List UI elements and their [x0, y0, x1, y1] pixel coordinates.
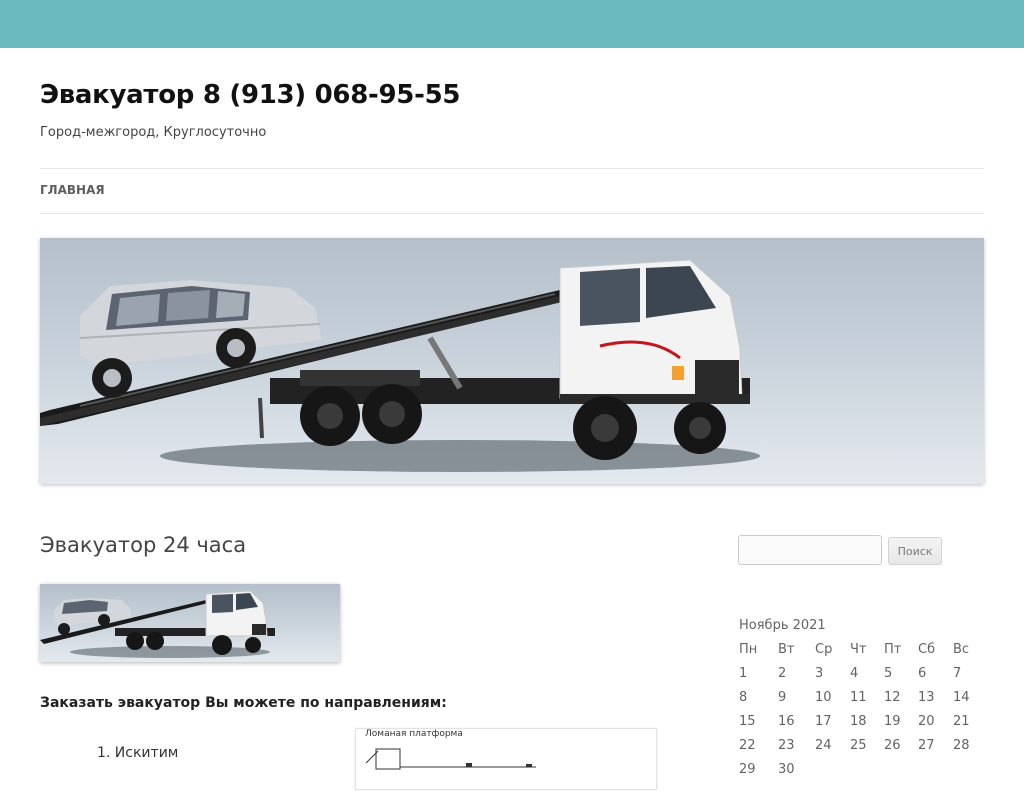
hero-banner-image [40, 238, 984, 484]
weekday-sat: Сб [918, 642, 936, 657]
nav-divider-top [40, 168, 984, 169]
search-input[interactable] [738, 535, 882, 565]
calendar-day: 5 [884, 666, 893, 681]
calendar-day: 7 [953, 666, 962, 681]
calendar-day: 1 [739, 666, 748, 681]
calendar-week-row: 8 9 10 11 12 13 14 [739, 690, 983, 714]
calendar-day: 23 [778, 738, 795, 753]
weekday-thu: Чт [850, 642, 867, 657]
calendar-week-row: 29 30 [739, 762, 983, 786]
calendar-day: 21 [953, 714, 970, 729]
calendar-day: 17 [815, 714, 832, 729]
calendar-day: 25 [850, 738, 867, 753]
calendar-day: 22 [739, 738, 756, 753]
calendar-day: 14 [953, 690, 970, 705]
calendar-day: 4 [850, 666, 859, 681]
calendar-caption: Ноябрь 2021 [739, 618, 826, 633]
calendar-day [918, 762, 953, 786]
calendar-day: 12 [884, 690, 901, 705]
nav-divider-bottom [40, 213, 984, 214]
order-directions-heading: Заказать эвакуатор Вы можете по направле… [40, 695, 447, 711]
calendar-day: 28 [953, 738, 970, 753]
calendar-day: 20 [918, 714, 935, 729]
site-title[interactable]: Эвакуатор 8 (913) 068-95-55 [40, 80, 460, 110]
calendar-day: 30 [778, 762, 795, 777]
calendar-weekday-row: Пн Вт Ср Чт Пт Сб Вс [739, 642, 983, 666]
calendar-day [953, 762, 983, 786]
nav-item-home[interactable]: ГЛАВНАЯ [40, 183, 105, 197]
calendar-day: 26 [884, 738, 901, 753]
weekday-fri: Пт [884, 642, 902, 657]
calendar-day: 3 [815, 666, 824, 681]
calendar-day [850, 762, 884, 786]
calendar-day: 10 [815, 690, 832, 705]
calendar-week-row: 22 23 24 25 26 27 28 [739, 738, 983, 762]
tow-truck-illustration [40, 259, 760, 472]
calendar-day: 24 [815, 738, 832, 753]
post-title[interactable]: Эвакуатор 24 часа [40, 533, 246, 557]
calendar-day: 9 [778, 690, 787, 705]
search-button[interactable]: Поиск [888, 537, 942, 565]
directions-list: 1. Искитим [97, 743, 178, 763]
site-description: Город-межгород, Круглосуточно [40, 125, 267, 140]
calendar-day [815, 762, 850, 786]
weekday-sun: Вс [953, 642, 970, 657]
calendar-day: 29 [739, 762, 756, 777]
weekday-wed: Ср [815, 642, 833, 657]
calendar-day: 2 [778, 666, 787, 681]
calendar-day: 18 [850, 714, 867, 729]
calendar-day [884, 762, 918, 786]
post-thumbnail-image [40, 584, 340, 662]
tow-truck-thumbnail-illustration [40, 590, 275, 658]
platform-diagram-image: Ломаная платформа [355, 728, 657, 790]
calendar-day: 15 [739, 714, 756, 729]
calendar-week-row: 1 2 3 4 5 6 7 [739, 666, 983, 690]
diagram-label: Ломаная платформа [365, 729, 463, 739]
calendar-day: 13 [918, 690, 935, 705]
calendar-day: 8 [739, 690, 748, 705]
calendar-table: Пн Вт Ср Чт Пт Сб Вс 1 2 3 4 5 6 7 8 9 1… [739, 642, 983, 786]
top-bar [0, 0, 1024, 48]
calendar-day: 19 [884, 714, 901, 729]
list-item: 1. Искитим [97, 745, 179, 761]
weekday-mon: Пн [739, 642, 758, 657]
calendar-day: 6 [918, 666, 927, 681]
calendar-day: 16 [778, 714, 795, 729]
calendar-week-row: 15 16 17 18 19 20 21 [739, 714, 983, 738]
weekday-tue: Вт [778, 642, 795, 657]
calendar-day: 27 [918, 738, 935, 753]
calendar-day: 11 [850, 690, 867, 705]
